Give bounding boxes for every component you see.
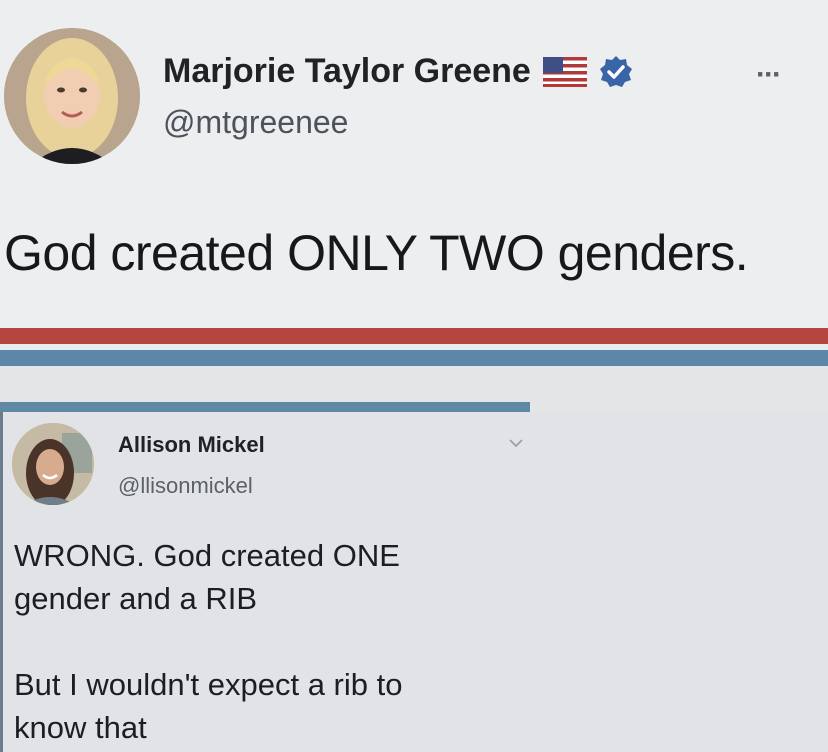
divider-blue — [0, 350, 828, 366]
author-name[interactable]: Allison Mickel — [118, 432, 265, 458]
tweet-line: WRONG. God created ONE — [14, 538, 400, 573]
divider-red — [0, 328, 828, 344]
reply-card-border — [0, 412, 3, 752]
tweet-line: But I wouldn't expect a rib to — [14, 667, 403, 702]
author-handle[interactable]: @llisonmickel — [118, 473, 253, 499]
tweet-text: God created ONLY TWO genders. — [4, 225, 749, 281]
tweet-line: know that — [14, 710, 147, 745]
avatar[interactable] — [12, 423, 94, 505]
tweet-line: gender and a RIB — [14, 581, 258, 616]
us-flag-icon — [542, 56, 587, 87]
verified-badge-icon — [599, 55, 633, 89]
avatar[interactable] — [4, 28, 140, 164]
reply-top-bar — [0, 402, 530, 412]
author-name-row: Marjorie Taylor Greene — [163, 52, 633, 91]
chevron-down-icon[interactable] — [508, 436, 524, 448]
more-options-icon[interactable]: ··· — [756, 58, 804, 91]
author-name[interactable]: Marjorie Taylor Greene — [163, 52, 531, 91]
author-handle[interactable]: @mtgreenee — [163, 104, 348, 141]
reply-tweet-text: WRONG. God created ONE gender and a RIB … — [14, 534, 554, 749]
